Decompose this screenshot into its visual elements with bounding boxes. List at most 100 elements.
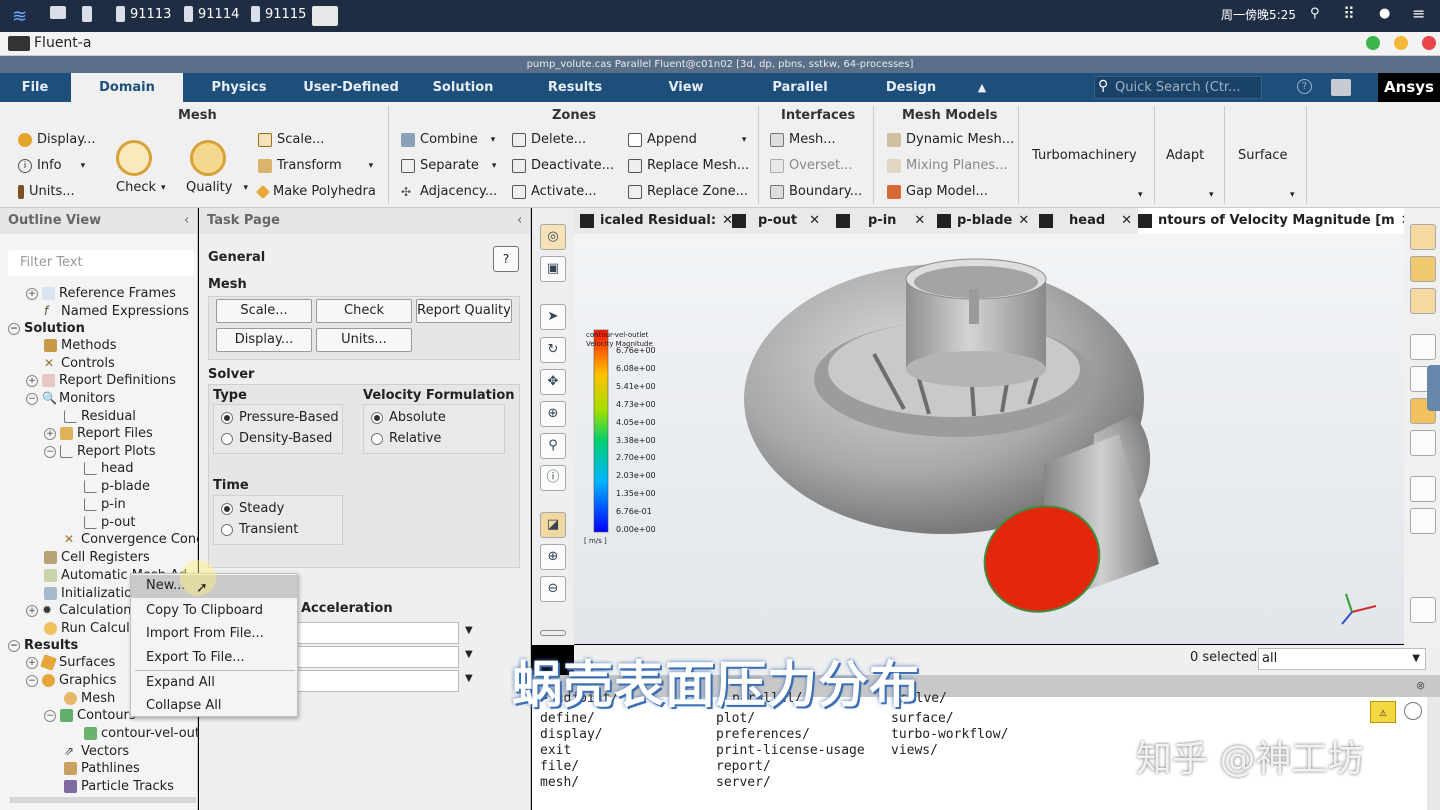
combine-button[interactable]: Combine ▾ <box>401 132 495 147</box>
tree-item-contours[interactable]: − Contours <box>44 707 136 724</box>
horizontal-scrollbar[interactable] <box>10 797 196 803</box>
absolute-radio[interactable]: Absolute <box>371 410 446 425</box>
steady-radio[interactable]: Steady <box>221 501 284 516</box>
terminal-icon[interactable] <box>82 6 92 22</box>
display-button[interactable]: Display... <box>216 328 312 352</box>
taskbar-item-1[interactable]: 91113 <box>116 6 171 22</box>
zoom-box-icon[interactable]: ⚲ <box>540 433 566 459</box>
tab-parallel[interactable]: Parallel <box>760 73 840 102</box>
menu-item-export-to-file[interactable]: Export To File... <box>146 650 245 665</box>
view-eye-icon[interactable] <box>1410 334 1436 360</box>
collapse-icon[interactable]: − <box>26 392 38 405</box>
console-scrollbar[interactable] <box>1427 697 1440 810</box>
quick-search-input[interactable]: Quick Search (Ctr... <box>1094 76 1262 99</box>
close-icon[interactable]: ✕ <box>914 208 925 234</box>
mesh-transform-button[interactable]: Transform ▾ <box>258 158 373 173</box>
tree-item-report-files[interactable]: + Report Files <box>44 425 153 442</box>
tree-item-report-definitions[interactable]: + Report Definitions <box>26 372 176 389</box>
tab-head[interactable]: head ✕ <box>1039 208 1132 234</box>
warning-icon[interactable]: ⚠ <box>1370 701 1396 723</box>
gap-model-button[interactable]: Gap Model... <box>887 184 988 199</box>
close-icon[interactable]: ✕ <box>809 208 820 234</box>
chevron-down-icon[interactable]: ▼ <box>465 649 473 660</box>
tree-item-contour-vel-out[interactable]: contour-vel-out <box>84 725 200 742</box>
tab-p-in[interactable]: p-in ✕ <box>836 208 925 234</box>
mesh-scale-button[interactable]: Scale... <box>258 132 324 147</box>
collapse-panel-icon[interactable]: ‹ <box>517 213 522 228</box>
expand-icon[interactable]: + <box>26 374 38 387</box>
close-button[interactable] <box>1422 36 1436 50</box>
collapse-icon[interactable]: − <box>26 674 38 687</box>
tab-user-defined[interactable]: User-Defined <box>295 73 407 102</box>
chevron-down-icon[interactable]: ▾ <box>1138 190 1143 200</box>
selection-filter-dropdown[interactable]: all ▼ <box>1258 648 1426 670</box>
zoom-in-out-icon[interactable]: ⊕ <box>540 401 566 427</box>
tree-item-particle-tracks[interactable]: Particle Tracks <box>64 778 174 795</box>
tab-contours-velocity[interactable]: ntours of Velocity Magnitude [m✕ <box>1138 208 1418 234</box>
collapse-icon[interactable]: − <box>8 639 20 652</box>
tab-p-blade[interactable]: p-blade ✕ <box>937 208 1029 234</box>
expand-icon[interactable]: + <box>26 656 38 669</box>
tree-item-convergence[interactable]: ✕ Convergence Conc <box>64 531 203 548</box>
tree-item-named-expressions[interactable]: f Named Expressions <box>44 303 189 320</box>
tree-item-p-blade[interactable]: p-blade <box>84 478 150 495</box>
relative-radio[interactable]: Relative <box>371 431 441 446</box>
adjacency-button[interactable]: ✣ Adjacency... <box>401 184 497 199</box>
expand-icon[interactable]: + <box>26 604 38 617</box>
make-polyhedra-button[interactable]: Make Polyhedra <box>255 184 376 199</box>
menu-item-copy-to-clipboard[interactable]: Copy To Clipboard <box>146 603 263 618</box>
pressure-based-radio[interactable]: Pressure-Based <box>221 410 339 425</box>
undo-view-icon[interactable] <box>1410 430 1436 456</box>
tree-item-calculation[interactable]: + ✹ Calculation <box>26 602 132 619</box>
zoom-in-icon[interactable]: ⊕ <box>540 544 566 570</box>
taskbar-item-3[interactable]: 91115 <box>251 6 306 22</box>
pan-icon[interactable]: ✥ <box>540 369 566 395</box>
clear-console-icon[interactable] <box>1404 702 1422 720</box>
tree-item-mesh[interactable]: Mesh <box>64 690 115 707</box>
tree-item-methods[interactable]: Methods <box>44 337 117 354</box>
tab-physics[interactable]: Physics <box>195 73 283 102</box>
density-based-radio[interactable]: Density-Based <box>221 431 332 446</box>
tab-domain[interactable]: Domain <box>71 73 183 102</box>
collapse-icon[interactable]: − <box>44 445 56 458</box>
check-icon[interactable] <box>116 140 152 176</box>
expand-icon[interactable]: + <box>26 287 38 300</box>
apps-grid-icon[interactable]: ⠿ <box>1343 4 1355 23</box>
mesh-units-button[interactable]: Units... <box>18 184 75 199</box>
replace-zone-button[interactable]: Replace Zone... <box>628 184 748 199</box>
start-menu-icon[interactable]: ≋ <box>12 6 27 27</box>
collapse-icon[interactable]: − <box>44 709 56 722</box>
interface-mesh-button[interactable]: Mesh... <box>770 132 836 147</box>
chevron-down-icon[interactable]: ▾ <box>1209 190 1214 200</box>
mixing-planes-button[interactable]: Mixing Planes... <box>887 158 1008 173</box>
surface-button[interactable]: Surface <box>1238 148 1288 163</box>
mesh-display-button[interactable]: Display... <box>18 132 95 147</box>
tab-solution[interactable]: Solution <box>420 73 506 102</box>
tree-item-cell-registers[interactable]: Cell Registers <box>44 549 150 566</box>
tree-item-head[interactable]: head <box>84 460 133 477</box>
delete-zone-button[interactable]: Delete... <box>512 132 586 147</box>
network-icon[interactable]: ⚲ <box>1310 6 1320 21</box>
append-button[interactable]: Append ▾ <box>628 132 746 147</box>
toolbar-handle[interactable] <box>540 630 566 636</box>
report-quality-button[interactable]: Report Quality <box>416 299 512 323</box>
tree-item-initialization[interactable]: Initialization <box>44 585 140 602</box>
help-icon[interactable]: ? <box>1297 79 1312 94</box>
outline-filter-input[interactable]: Filter Text <box>8 250 194 276</box>
probe-info-icon[interactable]: ⓘ <box>540 465 566 491</box>
chevron-down-icon[interactable]: ▼ <box>465 673 473 684</box>
menu-item-collapse-all[interactable]: Collapse All <box>146 698 222 713</box>
tab-scaled-residuals[interactable]: icaled Residual: ✕ <box>580 208 733 234</box>
collapse-panel-icon[interactable]: ‹ <box>184 213 189 228</box>
rotate-icon[interactable]: ↻ <box>540 337 566 363</box>
maximize-button[interactable] <box>1394 36 1408 50</box>
acceleration-dropdown-1[interactable] <box>297 622 459 644</box>
tree-item-residual[interactable]: Residual <box>64 408 136 425</box>
close-icon[interactable]: ✕ <box>1121 208 1132 234</box>
separate-button[interactable]: Separate ▾ <box>401 158 496 173</box>
close-icon[interactable]: ✕ <box>1018 208 1029 234</box>
menu-icon[interactable]: ≡ <box>1412 4 1425 23</box>
dynamic-mesh-button[interactable]: Dynamic Mesh... <box>887 132 1014 147</box>
deactivate-button[interactable]: Deactivate... <box>512 158 614 173</box>
tree-item-results[interactable]: − Results <box>8 637 78 654</box>
